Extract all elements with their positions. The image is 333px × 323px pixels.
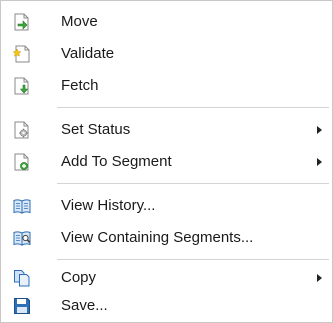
- menu-item-set-status[interactable]: Set Status: [3, 115, 328, 145]
- menu-item-label: Save...: [61, 297, 108, 314]
- menu-item-label: View Containing Segments...: [61, 229, 254, 246]
- menu-item-label: Validate: [61, 45, 115, 62]
- save-icon: [13, 297, 31, 315]
- menu-item-label: Add To Segment: [61, 153, 172, 170]
- menu-item-validate[interactable]: Validate: [3, 39, 328, 69]
- menu-item-label: Set Status: [61, 121, 131, 138]
- copy-icon: [13, 269, 31, 287]
- menu-item-label: Move: [61, 13, 98, 30]
- set-status-icon: [13, 121, 31, 139]
- add-to-segment-icon: [13, 153, 31, 171]
- menu-item-label: Copy: [61, 269, 97, 286]
- book-icon: [13, 197, 31, 215]
- menu-item-label: View History...: [61, 197, 156, 214]
- menu-item-save[interactable]: Save...: [3, 291, 328, 321]
- book-search-icon: [13, 229, 31, 247]
- menu-item-label: Fetch: [61, 77, 99, 94]
- fetch-icon: [13, 77, 31, 95]
- menu-separator: [57, 107, 329, 108]
- menu-item-add-to-segment[interactable]: Add To Segment: [3, 147, 328, 177]
- submenu-arrow-icon: [317, 158, 322, 166]
- move-icon: [13, 13, 31, 31]
- menu-item-view-history[interactable]: View History...: [3, 191, 328, 221]
- menu-separator: [57, 183, 329, 184]
- menu-item-copy[interactable]: Copy: [3, 263, 328, 293]
- menu-item-move[interactable]: Move: [3, 7, 328, 37]
- context-menu: Move Validate Fetch Set Status Add To Se…: [0, 0, 333, 323]
- validate-icon: [13, 45, 31, 63]
- menu-item-view-containing-segments[interactable]: View Containing Segments...: [3, 223, 328, 253]
- menu-item-fetch[interactable]: Fetch: [3, 71, 328, 101]
- submenu-arrow-icon: [317, 126, 322, 134]
- submenu-arrow-icon: [317, 274, 322, 282]
- menu-separator: [57, 259, 329, 260]
